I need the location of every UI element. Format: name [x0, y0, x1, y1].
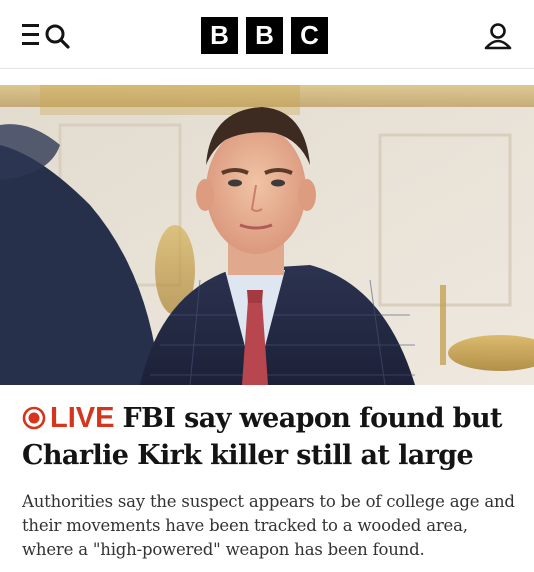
- user-account-icon: [484, 23, 512, 50]
- hero-image[interactable]: [0, 85, 534, 385]
- bbc-logo[interactable]: B B C: [201, 17, 328, 54]
- article-headline[interactable]: LIVE FBI say weapon found but Charlie Kir…: [22, 400, 522, 474]
- menu-search-button[interactable]: [22, 22, 74, 50]
- logo-letter-b2: B: [246, 17, 283, 54]
- site-header: B B C: [0, 0, 534, 69]
- menu-search-icon: [22, 24, 70, 49]
- live-dot-icon: [22, 406, 46, 430]
- news-photo: [0, 85, 534, 385]
- account-button[interactable]: [483, 22, 513, 50]
- logo-letter-b1: B: [201, 17, 238, 54]
- article-summary: Authorities say the suspect appears to b…: [22, 492, 515, 559]
- live-indicator: LIVE: [22, 402, 122, 434]
- live-label: LIVE: [50, 402, 115, 434]
- bbc-news-page: B B C LIVE FBI say weapon found but Char…: [0, 0, 534, 572]
- logo-letter-c: C: [291, 17, 328, 54]
